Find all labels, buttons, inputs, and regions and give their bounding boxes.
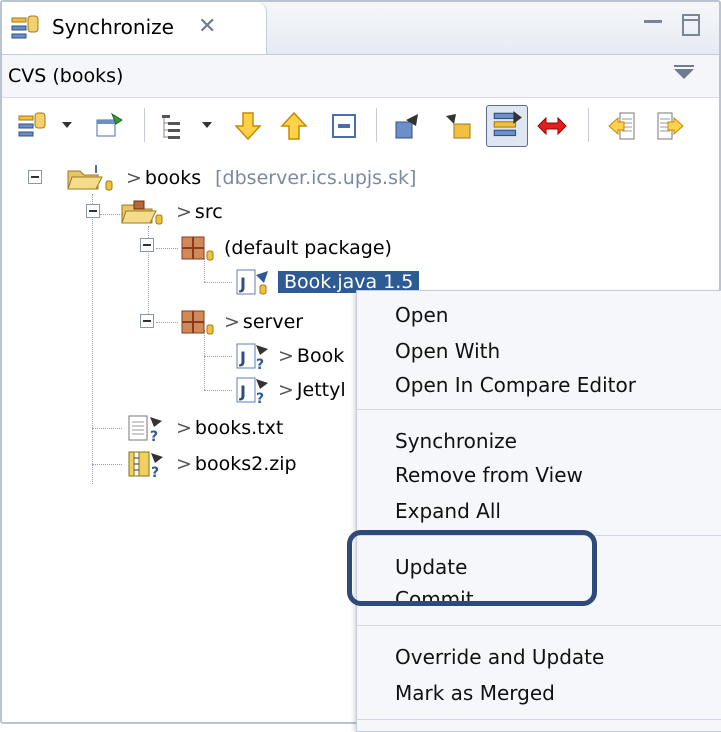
context-menu: Open Open With Open In Compare Editor Sy…: [356, 290, 721, 732]
tree-line: [92, 194, 93, 484]
tree-node-label: Book: [296, 345, 345, 367]
tab-title: Synchronize: [52, 15, 174, 39]
incoming-outgoing-mode-icon[interactable]: [486, 105, 528, 147]
update-all-icon[interactable]: [606, 110, 638, 142]
archive-file-icon: ?: [126, 449, 170, 479]
tree-node-label: server: [242, 311, 304, 333]
package-icon: [178, 233, 216, 263]
menu-item-override-and-update[interactable]: Override and Update: [395, 641, 604, 673]
tree-node-jetty[interactable]: J? > Jettyl: [234, 374, 346, 406]
tree-node-books-txt[interactable]: ? > books.txt: [126, 412, 283, 444]
tree-line: [92, 428, 122, 429]
tree-node-default-package[interactable]: (default package): [178, 232, 392, 264]
tree-node-books-project[interactable]: > books [dbserver.ics.upjs.sk]: [66, 162, 416, 194]
repository-location: [dbserver.ics.upjs.sk]: [215, 167, 417, 189]
outgoing-prefix: >: [176, 453, 192, 475]
tree-node-books2-zip[interactable]: ? > books2.zip: [126, 448, 297, 480]
menu-item-open-in-compare-editor[interactable]: Open In Compare Editor: [395, 369, 636, 401]
project-folder-icon: [66, 163, 116, 193]
package-icon: [178, 307, 216, 337]
tree-node-label: (default package): [224, 237, 392, 259]
svg-text:?: ?: [256, 357, 264, 371]
outgoing-prefix: >: [176, 417, 192, 439]
menu-separator: [357, 535, 721, 536]
tree-node-label: src: [194, 201, 223, 223]
java-file-new-icon: J?: [234, 375, 272, 405]
menu-separator: [357, 409, 721, 410]
commit-all-icon[interactable]: [654, 110, 686, 142]
outgoing-prefix: >: [278, 379, 294, 401]
next-difference-icon[interactable]: [232, 110, 264, 142]
java-file-new-icon: J?: [234, 341, 272, 371]
view-toolbar: [2, 98, 719, 156]
synchronize-icon: [10, 14, 42, 44]
conflicts-mode-icon[interactable]: [536, 110, 568, 142]
tree-node-label: books: [144, 167, 202, 189]
menu-item-open-with[interactable]: Open With: [395, 335, 500, 367]
svg-text:J: J: [239, 382, 246, 401]
view-tab-bar: Synchronize ✕: [2, 2, 719, 55]
toolbar-separator: [588, 108, 589, 142]
menu-item-commit[interactable]: Commit...: [395, 583, 493, 601]
text-file-icon: ?: [126, 413, 170, 443]
pin-icon[interactable]: [94, 110, 126, 142]
tree-node-src[interactable]: > src: [120, 196, 223, 228]
previous-difference-icon[interactable]: [278, 110, 310, 142]
tree-node-server[interactable]: > server: [178, 306, 303, 338]
menu-item-mark-as-merged[interactable]: Mark as Merged: [395, 677, 555, 709]
menu-item-synchronize[interactable]: Synchronize: [395, 425, 517, 457]
close-icon[interactable]: ✕: [198, 14, 216, 39]
menu-item-open[interactable]: Open: [395, 299, 448, 331]
tree-line: [204, 390, 232, 391]
java-file-icon: J: [234, 267, 272, 297]
tree-node-label: Jettyl: [296, 379, 346, 401]
collapse-toggle[interactable]: [86, 204, 100, 218]
outgoing-prefix: >: [126, 167, 142, 189]
svg-text:?: ?: [256, 391, 264, 405]
menu-separator: [357, 625, 721, 626]
collapse-toggle[interactable]: [140, 238, 154, 252]
tree-line: [204, 282, 232, 283]
tree-line: [100, 214, 122, 215]
tree-line: [204, 330, 205, 390]
toolbar-separator: [144, 108, 145, 142]
svg-text:?: ?: [150, 429, 158, 443]
source-folder-icon: [120, 197, 166, 227]
svg-text:J: J: [239, 348, 246, 367]
layout-icon[interactable]: [158, 110, 190, 142]
tree-node-label: books2.zip: [194, 453, 297, 475]
chevron-down-icon[interactable]: [202, 122, 212, 128]
toolbar-separator: [376, 108, 377, 142]
tree-line: [204, 356, 232, 357]
menu-item-remove-from-view[interactable]: Remove from View: [395, 459, 583, 491]
collapse-toggle[interactable]: [140, 314, 154, 328]
tab-synchronize[interactable]: Synchronize ✕: [2, 2, 267, 54]
collapse-toggle[interactable]: [28, 170, 42, 184]
minimize-icon[interactable]: [644, 20, 662, 31]
outgoing-prefix: >: [278, 345, 294, 367]
incoming-mode-icon[interactable]: [392, 110, 424, 142]
collapse-all-icon[interactable]: [328, 110, 360, 142]
tree-node-label: books.txt: [194, 417, 284, 439]
svg-text:?: ?: [151, 465, 159, 479]
view-menu-icon[interactable]: [674, 65, 694, 79]
outgoing-prefix: >: [176, 201, 192, 223]
outgoing-mode-icon[interactable]: [442, 110, 474, 142]
synchronize-icon[interactable]: [16, 110, 48, 142]
menu-item-update[interactable]: Update: [395, 551, 467, 583]
svg-text:J: J: [239, 274, 246, 293]
participant-header: CVS (books): [2, 55, 719, 98]
maximize-icon[interactable]: [682, 14, 700, 36]
tree-line: [92, 464, 122, 465]
tree-node-book[interactable]: J? > Book: [234, 340, 344, 372]
menu-separator: [357, 719, 721, 720]
menu-item-expand-all[interactable]: Expand All: [395, 495, 501, 527]
tree-line: [156, 322, 178, 323]
outgoing-prefix: >: [224, 311, 240, 333]
chevron-down-icon[interactable]: [62, 122, 72, 128]
tree-line: [156, 248, 178, 249]
participant-title: CVS (books): [8, 65, 124, 87]
